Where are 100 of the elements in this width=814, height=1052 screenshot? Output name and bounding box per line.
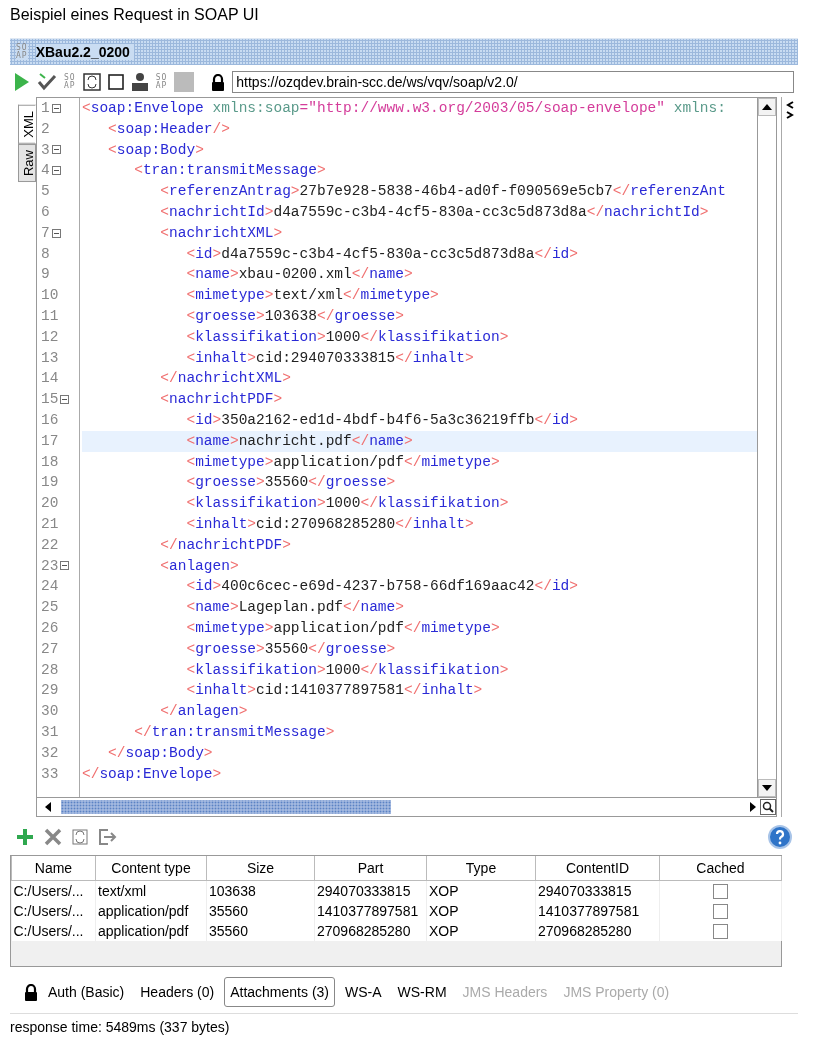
- line-number: 21: [41, 514, 59, 534]
- code-line: <anlagen>: [159, 556, 240, 576]
- help-icon[interactable]: [768, 825, 792, 849]
- code-line: <nachrichtXML>: [159, 223, 284, 243]
- code-line: <groesse>35560</groesse>: [185, 639, 397, 659]
- panel-tab[interactable]: WS-A: [339, 977, 388, 1007]
- xml-editor[interactable]: [36, 97, 777, 817]
- code-line: <klassifikation>1000</klassifikation>: [185, 660, 510, 680]
- column-header[interactable]: Part: [314, 856, 427, 881]
- line-number: 3: [41, 140, 50, 160]
- line-number: 2: [41, 119, 50, 139]
- column-header[interactable]: Name: [11, 856, 96, 881]
- line-number: 29: [41, 681, 59, 701]
- line-number: 26: [41, 618, 59, 638]
- code-line: <soap:Body>: [107, 140, 205, 160]
- line-number: 6: [41, 203, 50, 222]
- horizontal-scrollbar[interactable]: [37, 797, 776, 816]
- user-icon[interactable]: [130, 72, 149, 92]
- delete-icon[interactable]: [44, 828, 62, 846]
- table-cell: application/pdf: [95, 901, 207, 921]
- check-icon[interactable]: [37, 73, 57, 91]
- code-line: </nachrichtPDF>: [159, 535, 292, 555]
- status-text: response time: 5489ms (337 bytes): [10, 1013, 798, 1040]
- soap-icon[interactable]: SO AP: [155, 74, 168, 90]
- panel-tab[interactable]: Auth (Basic): [42, 977, 131, 1007]
- soap-logo: SO AP: [16, 44, 28, 60]
- frame-icon[interactable]: [82, 73, 101, 91]
- line-number: 33: [41, 764, 59, 784]
- table-cell: C:/Users/...: [11, 921, 96, 941]
- export-icon[interactable]: [98, 828, 118, 846]
- panel-tab[interactable]: WS-RM: [391, 977, 453, 1007]
- lock-icon: [24, 983, 38, 1001]
- column-header[interactable]: Size: [206, 856, 315, 881]
- fold-icon[interactable]: [51, 228, 61, 238]
- code-line: <id>350a2162-ed1d-4bdf-b4f6-5a3c36219ffb</id>: [185, 410, 579, 430]
- down-arrow-icon[interactable]: [762, 785, 772, 791]
- line-number: 28: [41, 660, 59, 680]
- fold-icon[interactable]: [60, 395, 70, 405]
- play-icon[interactable]: [14, 72, 30, 92]
- code-line: <nachrichtPDF>: [159, 390, 284, 410]
- scroll-thumb[interactable]: [61, 800, 391, 814]
- code-line: <id>400c6cec-e69d-4237-b758-66df169aac42</id>: [185, 577, 579, 597]
- line-number: 17: [41, 431, 59, 451]
- table-cell: 1410377897581: [535, 901, 660, 921]
- lock-icon: [211, 73, 226, 91]
- line-number: 22: [41, 535, 59, 555]
- code-line: <groesse>103638</groesse>: [185, 306, 405, 326]
- square-icon[interactable]: [107, 74, 124, 90]
- line-number: 19: [41, 473, 59, 493]
- line-number: 30: [41, 702, 59, 722]
- line-number: 23: [41, 556, 59, 576]
- code-line: <klassifikation>1000</klassifikation>: [185, 494, 510, 514]
- line-number: 5: [41, 182, 50, 202]
- code-line: </soap:Envelope>: [82, 764, 223, 784]
- line-number: 12: [41, 327, 59, 347]
- table-cell: C:/Users/...: [11, 901, 96, 921]
- line-number: 14: [41, 369, 59, 389]
- line-number: 18: [41, 452, 59, 472]
- line-number: 25: [41, 598, 59, 618]
- panel-tab[interactable]: Headers (0): [134, 977, 221, 1007]
- line-number: 7: [41, 223, 50, 243]
- line-number: 24: [41, 577, 59, 597]
- code-line: <mimetype>application/pdf</mimetype>: [185, 618, 501, 638]
- fold-icon[interactable]: [51, 145, 61, 155]
- cached-checkbox[interactable]: [713, 903, 728, 919]
- collapse-icon[interactable]: [786, 101, 794, 119]
- table-cell: 35560: [206, 901, 315, 921]
- fold-icon[interactable]: [51, 166, 61, 176]
- code-line: <tran:transmitMessage>: [133, 161, 327, 181]
- endpoint-field[interactable]: https://ozqdev.brain-scc.de/ws/vqv/soap/v2.0/: [232, 71, 794, 93]
- cached-checkbox[interactable]: [713, 883, 728, 899]
- line-number: 32: [41, 743, 59, 763]
- vertical-scrollbar[interactable]: [757, 98, 776, 797]
- caption-text: Beispiel eines Request in SOAP UI: [9, 5, 260, 25]
- table-cell: application/pdf: [95, 921, 207, 941]
- column-header[interactable]: ContentID: [535, 856, 660, 881]
- editor-tab[interactable]: Raw: [18, 143, 36, 182]
- code-line: <name>xbau-0200.xml</name>: [185, 265, 414, 285]
- code-line: </nachrichtXML>: [159, 369, 292, 389]
- table-cell: XOP: [426, 901, 536, 921]
- line-number: 27: [41, 639, 59, 659]
- column-header[interactable]: Type: [426, 856, 536, 881]
- fold-icon[interactable]: [60, 561, 70, 571]
- editor-tab[interactable]: XML: [18, 105, 36, 144]
- column-header[interactable]: Content type: [95, 856, 207, 881]
- fold-icon[interactable]: [51, 103, 61, 113]
- code-line: <referenzAntrag>27b7e928-5838-46b4-ad0f-f090569e5cb7</referenzAnt: [159, 182, 727, 202]
- panel-tab[interactable]: Attachments (3): [224, 977, 335, 1007]
- code-line: <nachrichtId>d4a7559c-c3b4-4cf5-830a-cc3c5d873d8a</nachrichtId>: [159, 203, 710, 222]
- cached-checkbox[interactable]: [713, 923, 728, 939]
- line-number: 31: [41, 722, 59, 742]
- soap-icon[interactable]: SO AP: [64, 74, 76, 90]
- code-line: <mimetype>text/xml</mimetype>: [185, 286, 440, 306]
- line-number: 10: [41, 286, 59, 306]
- line-number: 13: [41, 348, 59, 368]
- column-header[interactable]: Cached: [659, 856, 782, 881]
- add-icon[interactable]: [16, 828, 34, 846]
- table-cell: XOP: [426, 921, 536, 941]
- magnifier-icon[interactable]: [760, 799, 776, 815]
- up-arrow-icon[interactable]: [762, 104, 772, 110]
